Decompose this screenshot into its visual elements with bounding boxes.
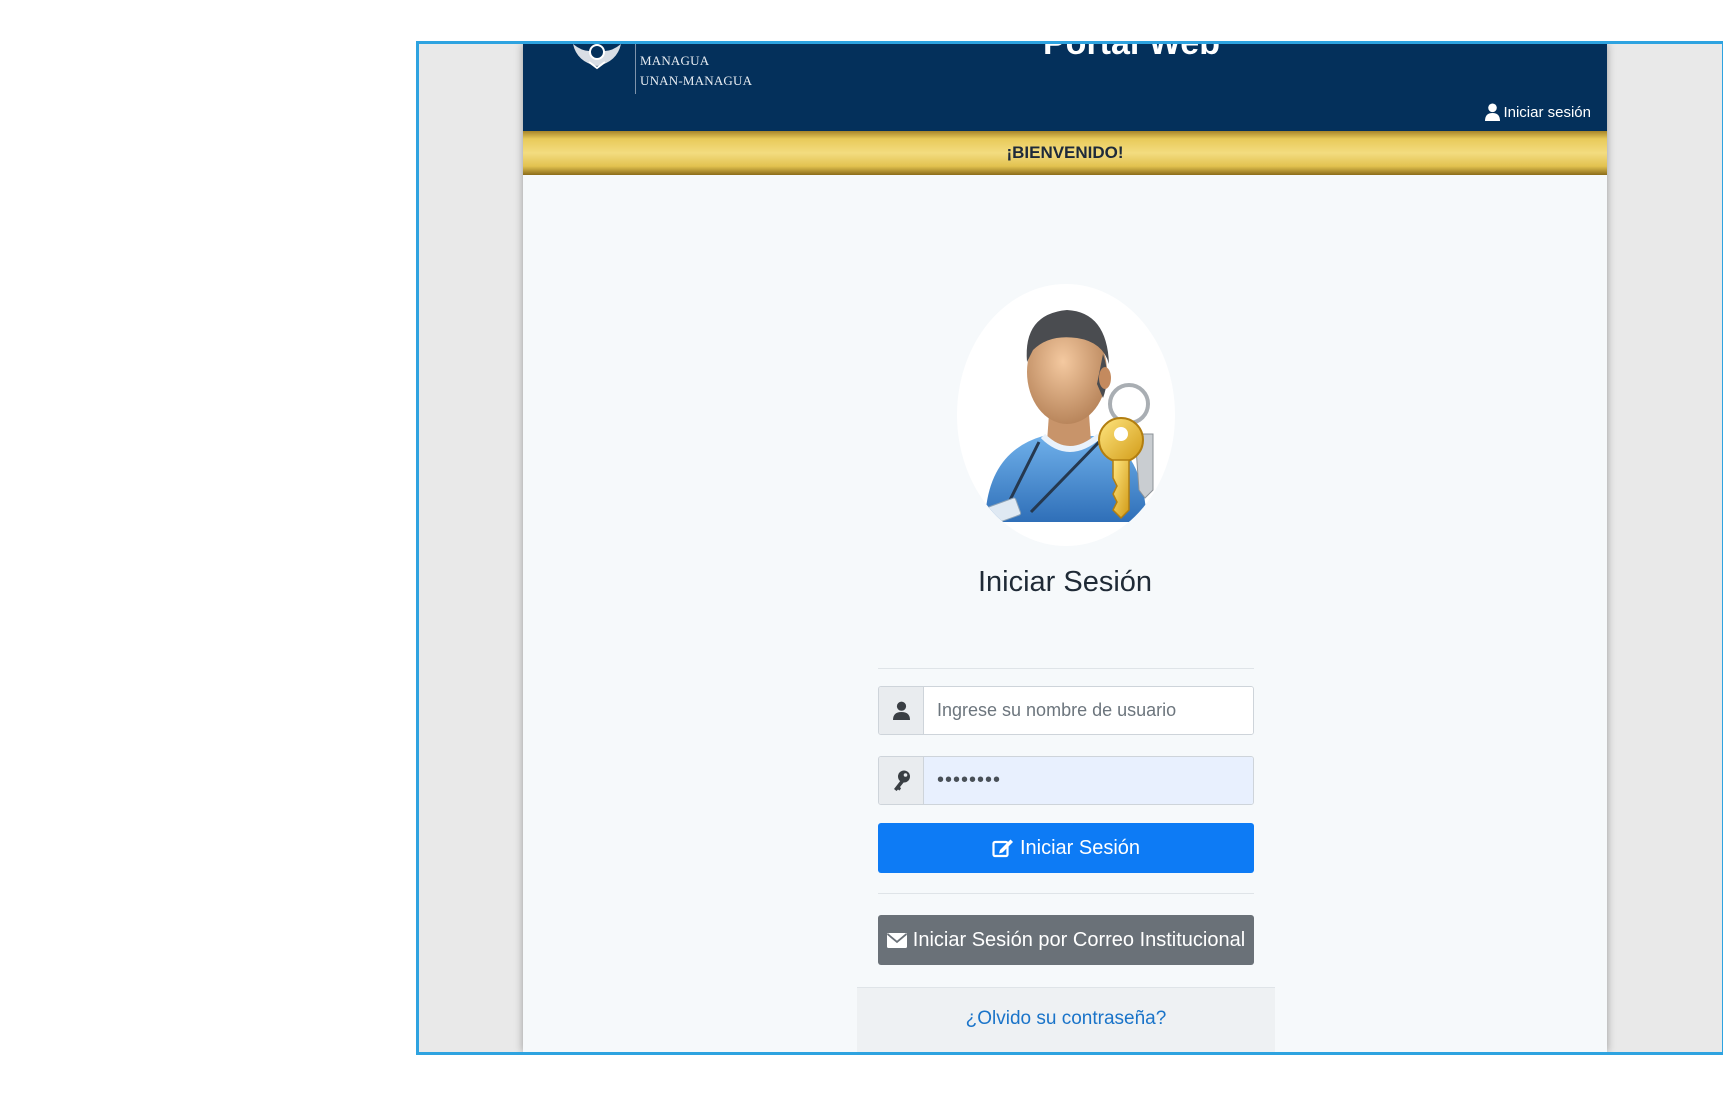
divider-bottom [878, 893, 1254, 894]
logo-divider [635, 44, 636, 94]
login-card-footer: ¿Olvido su contraseña? [857, 987, 1275, 1052]
forgot-password-link[interactable]: ¿Olvido su contraseña? [857, 1008, 1275, 1030]
logo-text-city: MANAGUA [640, 53, 710, 68]
username-input[interactable] [924, 687, 1253, 734]
user-icon [1485, 103, 1501, 121]
logo-text-university: UNAN-MANAGUA [640, 73, 753, 88]
welcome-text: ¡BIENVENIDO! [1006, 143, 1124, 162]
site-header: MANAGUA UNAN-MANAGUA Portal Web Iniciar … [523, 44, 1607, 131]
key-icon [893, 770, 910, 791]
welcome-banner: ¡BIENVENIDO! [523, 131, 1607, 175]
envelope-icon [886, 932, 907, 948]
login-button[interactable]: Iniciar Sesión [878, 823, 1254, 873]
institutional-login-label: Iniciar Sesión por Correo Institucional [912, 928, 1246, 951]
login-button-label: Iniciar Sesión [1019, 836, 1141, 859]
divider-top [878, 668, 1254, 669]
portal-title: Portal Web [1043, 41, 1220, 62]
password-input[interactable] [924, 757, 1253, 804]
screenshot-frame: MANAGUA UNAN-MANAGUA Portal Web Iniciar … [416, 41, 1723, 1055]
seal-logo-icon [573, 44, 621, 70]
institutional-login-button[interactable]: Iniciar Sesión por Correo Institucional [878, 915, 1254, 965]
username-addon [879, 687, 924, 734]
login-page: MANAGUA UNAN-MANAGUA Portal Web Iniciar … [523, 44, 1607, 1052]
user-icon [892, 701, 910, 720]
avatar [957, 284, 1175, 546]
login-title: Iniciar Sesión [977, 566, 1153, 598]
username-input-group [878, 686, 1254, 735]
password-addon [879, 757, 924, 804]
password-input-group [878, 756, 1254, 805]
header-login-link[interactable]: Iniciar sesión [1485, 103, 1591, 121]
header-login-label: Iniciar sesión [1503, 103, 1591, 121]
edit-icon [992, 839, 1013, 858]
user-with-key-avatar-icon [985, 310, 1154, 525]
